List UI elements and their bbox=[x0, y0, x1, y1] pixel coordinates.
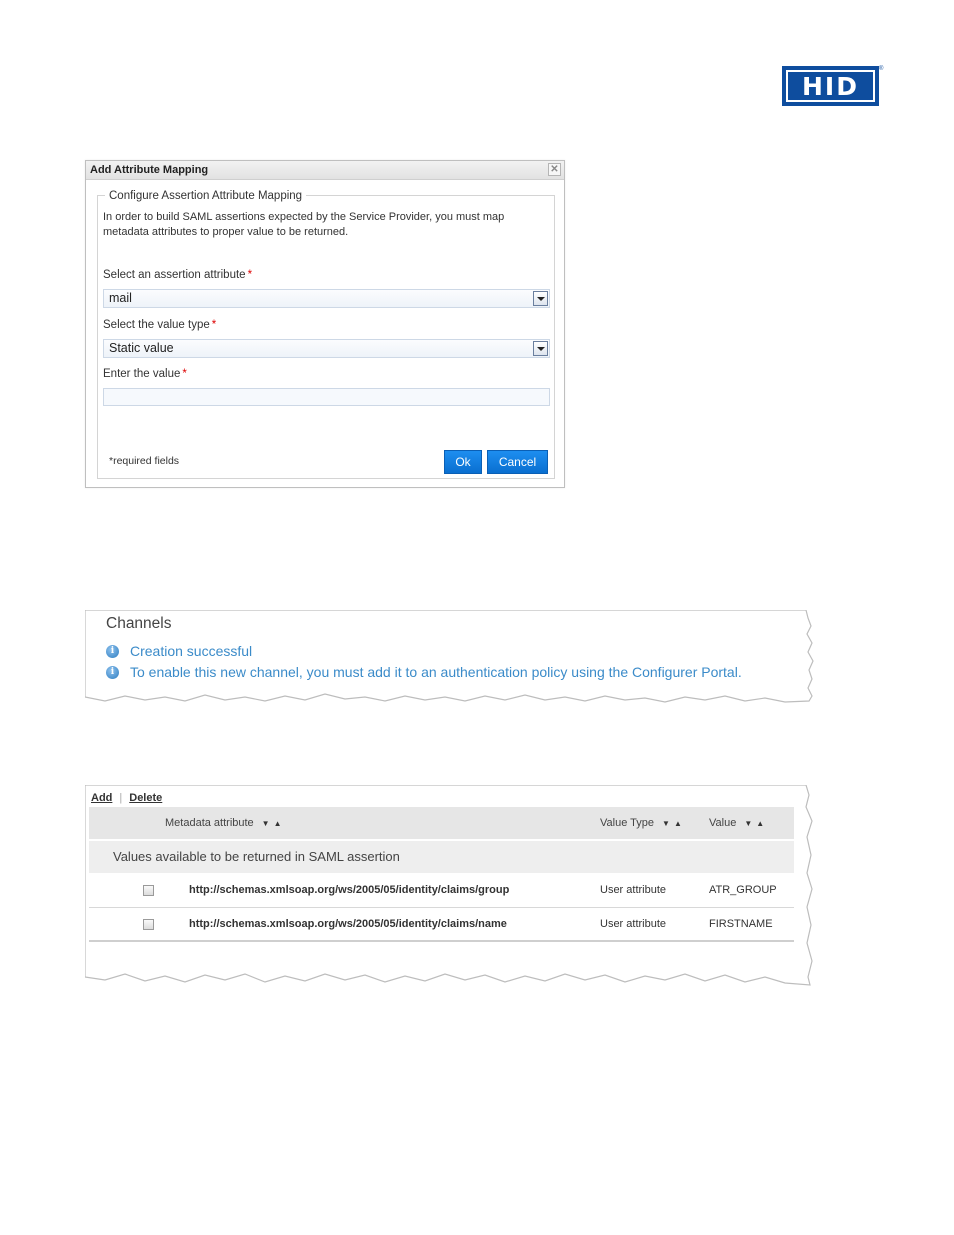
delete-link[interactable]: Delete bbox=[129, 792, 162, 804]
channels-title: Channels bbox=[106, 615, 172, 632]
add-attribute-mapping-dialog: Add Attribute Mapping ✕ Configure Assert… bbox=[85, 160, 565, 488]
table-bottom-border bbox=[89, 940, 794, 942]
value-type-cell: User attribute bbox=[600, 918, 667, 930]
attribute-mapping-panel: Add | Delete Metadata attribute ▼▲ Value T… bbox=[85, 785, 815, 990]
required-fields-note: *required fields bbox=[109, 455, 180, 467]
registered-mark: ® bbox=[879, 66, 884, 72]
value-cell: ATR_GROUP bbox=[709, 884, 777, 896]
column-header-value[interactable]: Value ▼▲ bbox=[709, 817, 768, 829]
channels-panel: Channels i Creation successful i To enab… bbox=[85, 610, 815, 705]
intro-text: In order to build SAML assertions expect… bbox=[103, 210, 551, 240]
cancel-button[interactable]: Cancel bbox=[487, 450, 548, 474]
intro-line-2: metadata attributes to proper value to b… bbox=[103, 226, 349, 238]
message-text: To enable this new channel, you must add… bbox=[130, 664, 742, 680]
required-asterisk: * bbox=[247, 269, 253, 281]
column-header-label: Value bbox=[709, 817, 737, 829]
table-header: Metadata attribute ▼▲ Value Type ▼▲ Valu… bbox=[89, 807, 794, 839]
value-type-label-text: Select the value type bbox=[103, 319, 210, 331]
value-cell: FIRSTNAME bbox=[709, 918, 773, 930]
table-toolbar: Add | Delete bbox=[91, 792, 162, 804]
row-checkbox[interactable] bbox=[143, 885, 154, 896]
chevron-down-icon[interactable] bbox=[533, 291, 548, 306]
fieldset-legend: Configure Assertion Attribute Mapping bbox=[105, 190, 307, 202]
column-header-metadata-attribute[interactable]: Metadata attribute ▼▲ bbox=[165, 817, 286, 829]
close-icon[interactable]: ✕ bbox=[548, 163, 561, 176]
dialog-title: Add Attribute Mapping bbox=[90, 164, 209, 176]
hid-logo: HID bbox=[782, 66, 879, 106]
required-asterisk: * bbox=[182, 368, 187, 380]
intro-line-1: In order to build SAML assertions expect… bbox=[103, 211, 505, 223]
info-icon: i bbox=[106, 665, 119, 679]
value-type-label: Select the value type * bbox=[103, 319, 216, 331]
assertion-attribute-label: Select an assertion attribute * bbox=[103, 269, 252, 281]
column-header-label: Metadata attribute bbox=[165, 817, 254, 829]
assertion-attribute-label-text: Select an assertion attribute bbox=[103, 269, 246, 281]
value-type-value: Static value bbox=[109, 341, 174, 355]
metadata-attribute-cell: http://schemas.xmlsoap.org/ws/2005/05/id… bbox=[189, 884, 510, 896]
required-asterisk: * bbox=[211, 319, 217, 331]
enter-value-label-text: Enter the value bbox=[103, 368, 181, 380]
table-row[interactable]: http://schemas.xmlsoap.org/ws/2005/05/id… bbox=[89, 908, 794, 941]
hid-logo-frame: HID bbox=[786, 70, 875, 102]
column-header-value-type[interactable]: Value Type ▼▲ bbox=[600, 817, 686, 829]
group-header: Values available to be returned in SAML … bbox=[89, 841, 794, 873]
add-link[interactable]: Add bbox=[91, 792, 112, 804]
enter-value-label: Enter the value * bbox=[103, 368, 187, 380]
info-icon: i bbox=[106, 644, 119, 658]
assertion-attribute-value: mail bbox=[109, 291, 132, 305]
value-type-select[interactable]: Static value bbox=[103, 339, 550, 358]
assertion-attribute-select[interactable]: mail bbox=[103, 289, 550, 308]
ok-button[interactable]: Ok bbox=[444, 450, 482, 474]
table-row[interactable]: http://schemas.xmlsoap.org/ws/2005/05/id… bbox=[89, 874, 794, 907]
message-text: Creation successful bbox=[130, 643, 253, 659]
dialog-titlebar: Add Attribute Mapping ✕ bbox=[86, 161, 564, 180]
hid-logo-text: HID bbox=[802, 71, 859, 101]
metadata-attribute-cell: http://schemas.xmlsoap.org/ws/2005/05/id… bbox=[189, 918, 507, 930]
chevron-down-icon[interactable] bbox=[533, 341, 548, 356]
toolbar-separator: | bbox=[119, 792, 123, 804]
sort-arrows-icon[interactable]: ▼▲ bbox=[262, 819, 286, 828]
sort-arrows-icon[interactable]: ▼▲ bbox=[662, 819, 686, 828]
row-checkbox[interactable] bbox=[143, 919, 154, 930]
message-creation-successful: i Creation successful bbox=[106, 642, 252, 660]
value-input[interactable] bbox=[103, 388, 550, 406]
column-header-label: Value Type bbox=[600, 817, 655, 829]
message-enable-channel: i To enable this new channel, you must a… bbox=[106, 663, 742, 681]
value-type-cell: User attribute bbox=[600, 884, 667, 896]
sort-arrows-icon[interactable]: ▼▲ bbox=[744, 819, 768, 828]
